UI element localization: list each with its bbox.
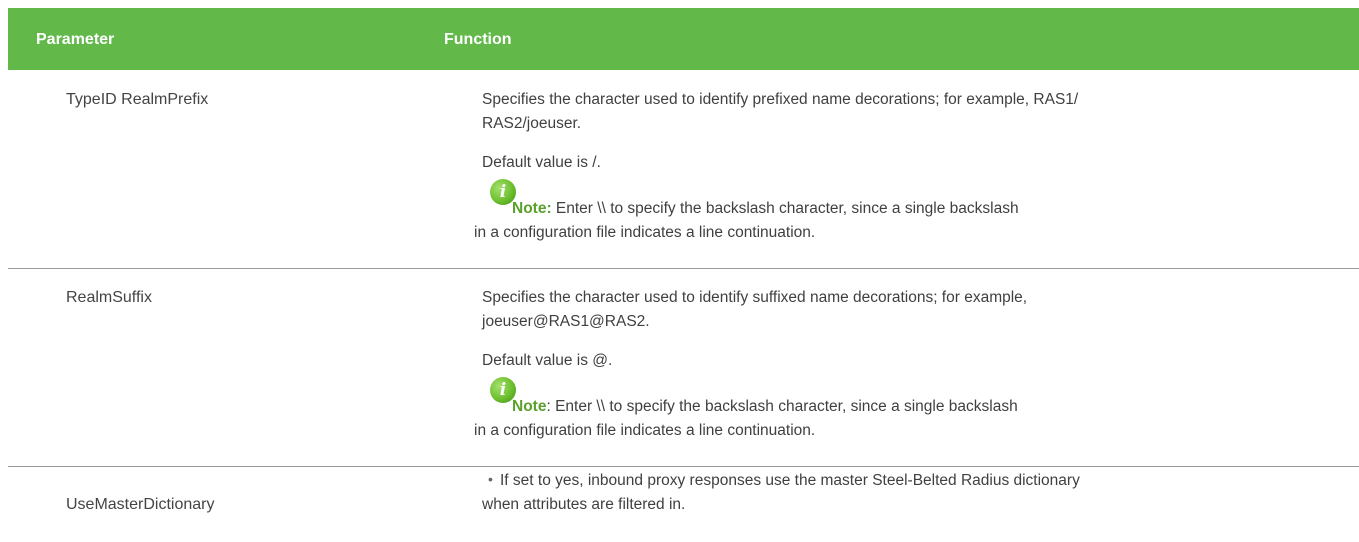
parameter-name: RealmSuffix <box>66 289 152 306</box>
default-value: Default value is /. <box>482 154 601 171</box>
description-line: If set to yes, inbound proxy responses u… <box>500 472 1080 489</box>
description-line: joeuser@RAS1@RAS2. <box>482 313 650 330</box>
function-cell: Specifies the character used to identify… <box>482 286 1302 373</box>
parameter-name: TypeID RealmPrefix <box>66 91 209 108</box>
row-divider <box>8 466 1359 467</box>
default-value: Default value is @. <box>482 352 613 369</box>
function-cell: Specifies the character used to identify… <box>482 88 1302 175</box>
description-line: Specifies the character used to identify… <box>482 91 1079 108</box>
parameter-name: UseMasterDictionary <box>66 496 215 513</box>
description-line: when attributes are filtered in. <box>482 496 686 513</box>
note: Note: Enter \\ to specify the backslash … <box>474 395 1314 443</box>
note: Note: Enter \\ to specify the backslash … <box>474 197 1314 245</box>
table-header: Parameter Function <box>8 8 1359 70</box>
header-parameter: Parameter <box>36 31 115 48</box>
description-line: RAS2/joeuser. <box>482 115 582 132</box>
note-text: Enter \\ to specify the backslash charac… <box>551 200 1019 217</box>
note-text: in a configuration file indicates a line… <box>474 422 816 439</box>
note-label: Note <box>512 398 547 415</box>
description-line: Specifies the character used to identify… <box>482 289 1028 306</box>
header-function: Function <box>444 31 512 48</box>
row-divider <box>8 268 1359 269</box>
note-label: Note: <box>512 200 552 217</box>
note-text: : Enter \\ to specify the backslash char… <box>546 398 1018 415</box>
function-cell: If set to yes, inbound proxy responses u… <box>474 469 1314 517</box>
note-text: in a configuration file indicates a line… <box>474 224 816 241</box>
